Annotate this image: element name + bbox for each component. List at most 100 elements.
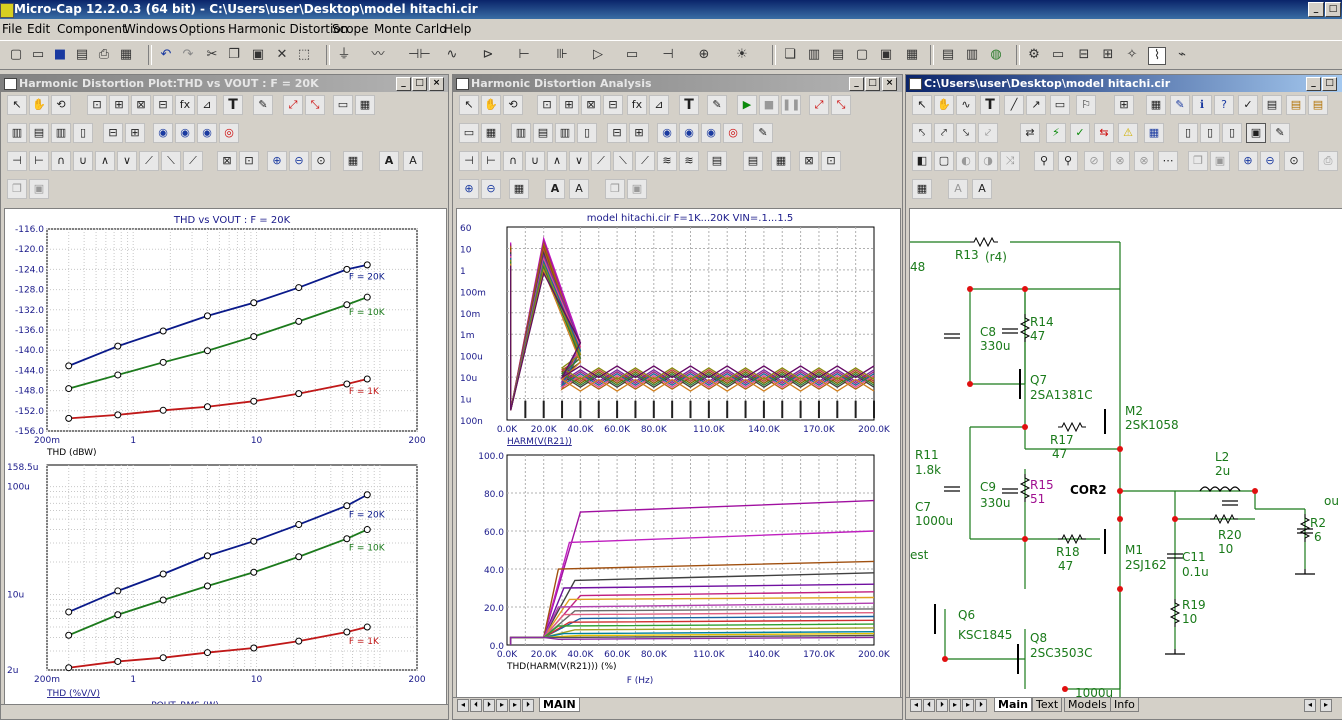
a-nav-first-icon[interactable]: ◂: [457, 699, 469, 712]
print-icon[interactable]: ⎙: [96, 47, 112, 63]
a-grid-toggle-icon[interactable]: ▦: [481, 123, 501, 143]
a-nav-prev-icon[interactable]: ⏴: [470, 699, 482, 712]
battery-icon[interactable]: ⊣: [660, 47, 676, 63]
s-nav-last-icon[interactable]: ▸: [962, 699, 974, 712]
select-all-icon[interactable]: ⬚: [296, 47, 312, 63]
a-valley-icon[interactable]: ⤡: [831, 95, 851, 115]
menu-windows[interactable]: Windows: [124, 22, 178, 36]
s-rot-c-icon[interactable]: ⤥: [956, 123, 976, 143]
menu-edit[interactable]: Edit: [27, 22, 50, 36]
tool-c-icon[interactable]: ⊟: [1076, 47, 1092, 63]
s-stop-icon[interactable]: ⊗: [1110, 151, 1130, 171]
source-icon[interactable]: ⊕: [696, 47, 712, 63]
grid-toggle-icon[interactable]: ▦: [355, 95, 375, 115]
a-peak-icon[interactable]: ⤢: [809, 95, 829, 115]
cursor-b-icon[interactable]: ⊢: [29, 151, 49, 171]
peak-icon[interactable]: ⤢: [283, 95, 303, 115]
s-nav-next-icon[interactable]: ⏵: [936, 699, 948, 712]
a-nav-last-icon[interactable]: ▸: [509, 699, 521, 712]
analysis-maximize-icon[interactable]: □: [865, 77, 880, 91]
cursor-g-icon[interactable]: ⟋: [139, 151, 159, 171]
s-doc2-icon[interactable]: ▯: [1200, 123, 1220, 143]
cursor-a-icon[interactable]: ⊣: [7, 151, 27, 171]
menu-options[interactable]: Options: [179, 22, 225, 36]
select-mode-icon[interactable]: ↖: [7, 95, 27, 115]
window-icon[interactable]: ▢: [854, 47, 870, 63]
a-font-icon[interactable]: A: [545, 179, 565, 199]
a-cursor-a-icon[interactable]: ⊣: [459, 151, 479, 171]
s-line-icon[interactable]: ╱: [1004, 95, 1024, 115]
harmonic-plot-titlebar[interactable]: Harmonic Distortion Plot:THD vs VOUT : F…: [1, 75, 448, 92]
s-pan-icon[interactable]: ✋: [934, 95, 954, 115]
a-nav-end-icon[interactable]: ⏵: [522, 699, 534, 712]
s-nodes-icon[interactable]: ⇄: [1020, 123, 1040, 143]
a-text-icon[interactable]: T: [679, 95, 699, 115]
a-font-size-icon[interactable]: A: [569, 179, 589, 199]
ground-icon[interactable]: ⏚: [336, 47, 352, 63]
cursor-h-icon[interactable]: ⟍: [161, 151, 181, 171]
plot-mode-icon[interactable]: ⌇: [1148, 47, 1166, 65]
a-cursor-m-icon[interactable]: ⊡: [821, 151, 841, 171]
printer-icon[interactable]: ▦: [118, 47, 134, 63]
s-current-icon[interactable]: ✓: [1070, 123, 1090, 143]
a-view-b-icon[interactable]: ▤: [533, 123, 553, 143]
paste-plot-icon[interactable]: ▣: [29, 179, 49, 199]
s-page2-icon[interactable]: ▤: [1308, 95, 1328, 115]
a-view-a-icon[interactable]: ▥: [511, 123, 531, 143]
a-cursor-i-icon[interactable]: ⟋: [635, 151, 655, 171]
s-table-icon[interactable]: ▦: [1146, 95, 1166, 115]
s-volt-icon[interactable]: ⚡: [1046, 123, 1066, 143]
plot-close-icon[interactable]: ×: [429, 77, 444, 91]
tab-text[interactable]: Text: [1032, 698, 1063, 712]
tile-horizontal-icon[interactable]: ▤: [830, 47, 846, 63]
a-edit-icon[interactable]: ✎: [753, 123, 773, 143]
zoom-fit-icon[interactable]: ⊙: [311, 151, 331, 171]
analysis-plot-svg[interactable]: model hitachi.cir F=1K...20K VIN=.1...1.…: [457, 209, 900, 697]
cursor-j-icon[interactable]: ⊠: [217, 151, 237, 171]
schematic-svg[interactable]: R13 (r4)48C8330uR1447Q72SA1381CM22SK1058R…: [910, 209, 1342, 697]
a-graph4-icon[interactable]: ⊟: [603, 95, 623, 115]
a-select-icon[interactable]: ↖: [459, 95, 479, 115]
tool-e-icon[interactable]: ✧: [1124, 47, 1140, 63]
print-preview-icon[interactable]: ▤: [74, 47, 90, 63]
box-icon[interactable]: ▭: [333, 95, 353, 115]
scale-icon[interactable]: ⟲: [51, 95, 71, 115]
analysis-minimize-icon[interactable]: _: [849, 77, 864, 91]
s-font-icon[interactable]: A: [948, 179, 968, 199]
graph6-icon[interactable]: ⊿: [197, 95, 217, 115]
a-graph6-icon[interactable]: ⊿: [649, 95, 669, 115]
opamp-icon[interactable]: ▷: [590, 47, 606, 63]
s-rot-b-icon[interactable]: ⤤: [934, 123, 954, 143]
s-flip-d-icon[interactable]: ◑: [978, 151, 998, 171]
tool-b-icon[interactable]: ▭: [1050, 47, 1066, 63]
s-nav-prev-icon[interactable]: ⏴: [923, 699, 935, 712]
a-zoom-d-icon[interactable]: ◎: [723, 123, 743, 143]
view-a-icon[interactable]: ▥: [7, 123, 27, 143]
cursor-k-icon[interactable]: ⊡: [239, 151, 259, 171]
plot-edit-icon[interactable]: ⌁: [1174, 47, 1190, 63]
font-icon[interactable]: A: [379, 151, 399, 171]
new-file-icon[interactable]: ▢: [8, 47, 24, 63]
s-copy-icon[interactable]: ❐: [1188, 151, 1208, 171]
a-cursor-h-icon[interactable]: ⟍: [613, 151, 633, 171]
redo-icon[interactable]: ↷: [180, 47, 196, 63]
s-font-size-icon[interactable]: A: [972, 179, 992, 199]
menu-harmonic-distortion[interactable]: Harmonic Distortion: [228, 22, 348, 36]
minimize-icon[interactable]: _: [1308, 2, 1324, 17]
lamp-icon[interactable]: ☀: [734, 47, 750, 63]
graph3-icon[interactable]: ⊠: [131, 95, 151, 115]
menu-scope[interactable]: Scope: [332, 22, 369, 36]
a-zoom-out-icon[interactable]: ⊖: [481, 179, 501, 199]
graph4-icon[interactable]: ⊟: [153, 95, 173, 115]
view-d-icon[interactable]: ▯: [73, 123, 93, 143]
s-nav-more-icon[interactable]: ▸: [949, 699, 961, 712]
s-select-icon[interactable]: ↖: [912, 95, 932, 115]
s-info-icon[interactable]: ℹ: [1192, 95, 1212, 115]
transistor-icon[interactable]: ⊢: [516, 47, 532, 63]
s-zoom-fit-icon[interactable]: ⊙: [1284, 151, 1304, 171]
font-size-icon[interactable]: A: [403, 151, 423, 171]
open-file-icon[interactable]: ▭: [30, 47, 46, 63]
a-cursor-k-icon[interactable]: ≋: [679, 151, 699, 171]
tab-info[interactable]: Info: [1110, 698, 1139, 712]
a-graph2-icon[interactable]: ⊞: [559, 95, 579, 115]
